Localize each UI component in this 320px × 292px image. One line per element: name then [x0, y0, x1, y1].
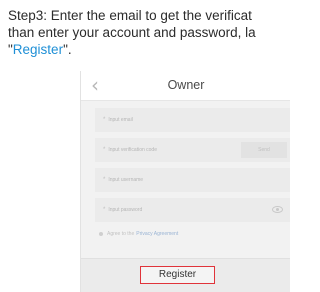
register-button[interactable]: Register [140, 266, 215, 284]
quote-close: ". [63, 42, 72, 57]
app-screenshot: ‹ Owner * * Send * * Agree to the Privac… [80, 71, 290, 292]
page-title: Owner [167, 78, 205, 92]
instruction-line-3: "Register". [8, 41, 290, 58]
agreement-row[interactable]: Agree to the Privacy Agreement [95, 228, 290, 240]
required-star-icon: * [103, 147, 106, 153]
email-input[interactable] [108, 117, 229, 123]
instruction-line-2: than enter your account and password, la [8, 25, 256, 40]
agreement-prefix: Agree to the [107, 231, 135, 237]
agreement-radio[interactable] [99, 232, 103, 236]
required-star-icon: * [103, 117, 106, 123]
register-bar: Register [81, 258, 290, 292]
send-code-button[interactable]: Send [241, 142, 287, 158]
email-field[interactable]: * [95, 108, 290, 132]
required-star-icon: * [103, 207, 106, 213]
register-highlight: Register [12, 42, 64, 57]
eye-icon[interactable] [272, 206, 283, 213]
navigation-bar: ‹ Owner [81, 71, 290, 101]
username-input[interactable] [108, 177, 229, 183]
privacy-agreement-link[interactable]: Privacy Agreement [136, 231, 178, 237]
required-star-icon: * [103, 177, 106, 183]
password-input[interactable] [108, 207, 229, 213]
verification-code-input[interactable] [108, 147, 229, 153]
instruction-line-1: Step3: Enter the email to get the verifi… [8, 8, 252, 23]
password-field[interactable]: * [95, 198, 290, 222]
register-form: * * Send * * Agree to the Privacy Agreem… [95, 108, 290, 240]
verification-code-field[interactable]: * Send [95, 138, 290, 162]
instruction-text: Step3: Enter the email to get the verifi… [8, 7, 290, 58]
username-field[interactable]: * [95, 168, 290, 192]
